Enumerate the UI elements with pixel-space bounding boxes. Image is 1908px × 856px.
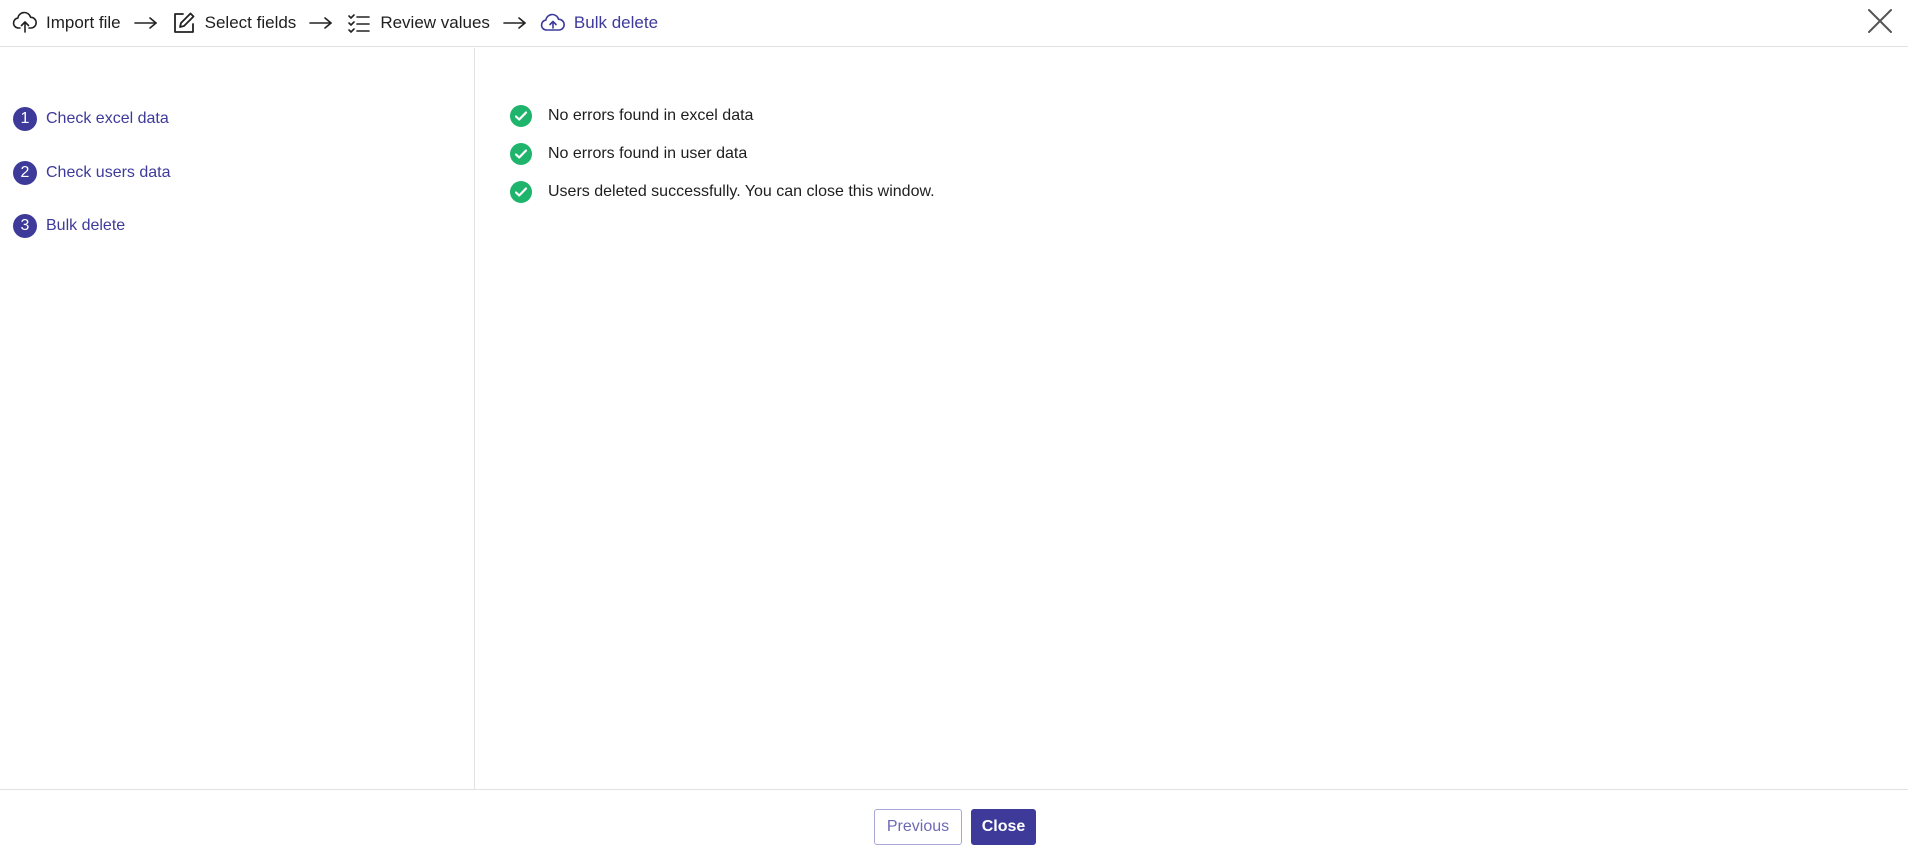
step-label: Bulk delete [573, 13, 659, 32]
edit-icon [171, 10, 197, 36]
results-panel: No errors found in excel data No errors … [476, 48, 1908, 789]
step-review-values[interactable]: Review values [346, 10, 490, 36]
step-select-fields[interactable]: Select fields [171, 10, 297, 36]
sidebar-item-bulk-delete[interactable]: 3 Bulk delete [13, 214, 125, 238]
result-message-text: No errors found in excel data [548, 107, 754, 124]
previous-button[interactable]: Previous [874, 809, 962, 845]
step-number-badge: 3 [13, 214, 37, 238]
sidebar-item-label: Bulk delete [46, 217, 126, 234]
step-label: Select fields [204, 13, 297, 32]
sidebar-item-check-users-data[interactable]: 2 Check users data [13, 161, 171, 185]
result-message: No errors found in user data [510, 143, 747, 165]
sidebar: 1 Check excel data 2 Check users data 3 … [0, 48, 475, 789]
step-label: Review values [380, 13, 490, 32]
check-circle-icon [510, 181, 532, 203]
close-button[interactable]: Close [971, 809, 1036, 845]
arrow-right-icon [500, 13, 530, 33]
step-number-badge: 1 [13, 107, 37, 131]
footer: Previous Close [0, 789, 1908, 856]
result-message-text: Users deleted successfully. You can clos… [548, 183, 935, 200]
arrow-right-icon [306, 13, 336, 33]
result-message: No errors found in excel data [510, 105, 753, 127]
wizard-steps: Import file Select fields Review values … [12, 3, 658, 43]
result-message-text: No errors found in user data [548, 145, 748, 162]
cloud-upload-icon [540, 10, 566, 36]
step-number-badge: 2 [13, 161, 37, 185]
step-label: Import file [46, 13, 121, 32]
sidebar-item-label: Check excel data [46, 110, 169, 127]
checklist-icon [346, 10, 372, 36]
sidebar-item-check-excel-data[interactable]: 1 Check excel data [13, 107, 169, 131]
wizard-header: Import file Select fields Review values … [0, 0, 1908, 47]
check-circle-icon [510, 143, 532, 165]
result-message: Users deleted successfully. You can clos… [510, 181, 935, 203]
cloud-upload-icon [12, 10, 38, 36]
check-circle-icon [510, 105, 532, 127]
step-import-file[interactable]: Import file [12, 10, 121, 36]
step-bulk-delete[interactable]: Bulk delete [540, 10, 658, 36]
sidebar-item-label: Check users data [46, 164, 171, 181]
arrow-right-icon [131, 13, 161, 33]
close-icon[interactable] [1864, 5, 1896, 37]
